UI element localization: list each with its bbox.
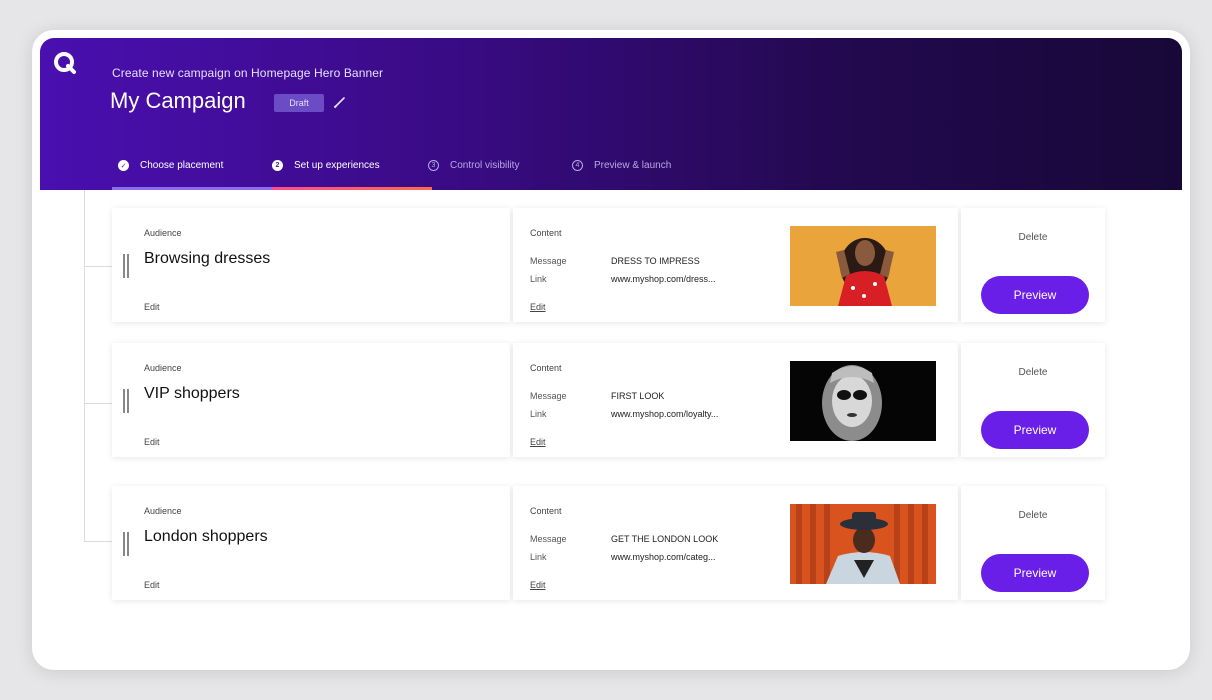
audience-label: Audience	[144, 363, 182, 373]
check-icon: ✓	[118, 160, 129, 171]
audience-panel: Audience Browsing dresses Edit	[112, 208, 510, 322]
message-label: Message	[530, 534, 567, 544]
campaign-header: Create new campaign on Homepage Hero Ban…	[40, 38, 1182, 190]
edit-content-link[interactable]: Edit	[530, 437, 546, 447]
step-number: 3	[428, 160, 439, 171]
preview-button[interactable]: Preview	[981, 554, 1089, 592]
step-label: Preview & launch	[594, 160, 672, 171]
step-preview-launch[interactable]: 4 Preview & launch	[572, 160, 671, 171]
link-label: Link	[530, 409, 547, 419]
content-thumbnail	[790, 361, 936, 441]
tree-connector	[84, 403, 112, 404]
step-number: 4	[572, 160, 583, 171]
link-value: www.myshop.com/categ...	[611, 552, 716, 562]
preview-button[interactable]: Preview	[981, 411, 1089, 449]
content-panel: Content Message DRESS TO IMPRESS Link ww…	[513, 208, 958, 322]
message-label: Message	[530, 256, 567, 266]
message-value: GET THE LONDON LOOK	[611, 534, 719, 544]
edit-audience-link[interactable]: Edit	[144, 437, 160, 447]
app-window: Create new campaign on Homepage Hero Ban…	[32, 30, 1190, 670]
drag-handle-icon[interactable]	[123, 532, 129, 556]
page-title: My Campaign	[110, 88, 246, 113]
delete-button[interactable]: Delete	[961, 367, 1105, 378]
content-panel: Content Message GET THE LONDON LOOK Link…	[513, 486, 958, 600]
edit-audience-link[interactable]: Edit	[144, 302, 160, 312]
actions-panel: Delete Preview	[961, 486, 1105, 600]
preview-button[interactable]: Preview	[981, 276, 1089, 314]
campaign-subtitle: Create new campaign on Homepage Hero Ban…	[112, 66, 384, 80]
content-thumbnail	[790, 504, 936, 584]
step-set-up-experiences[interactable]: 2 Set up experiences	[272, 160, 380, 171]
message-value: FIRST LOOK	[611, 391, 665, 401]
message-value: DRESS TO IMPRESS	[611, 256, 700, 266]
link-label: Link	[530, 274, 547, 284]
link-label: Link	[530, 552, 547, 562]
step-label: Choose placement	[140, 160, 224, 171]
audience-name: London shoppers	[144, 528, 268, 545]
link-value: www.myshop.com/dress...	[611, 274, 716, 284]
link-value: www.myshop.com/loyalty...	[611, 409, 719, 419]
audience-label: Audience	[144, 506, 182, 516]
audience-panel: Audience London shoppers Edit	[112, 486, 510, 600]
step-control-visibility[interactable]: 3 Control visibility	[428, 160, 519, 171]
app-logo-icon[interactable]	[52, 50, 80, 78]
delete-button[interactable]: Delete	[961, 232, 1105, 243]
delete-button[interactable]: Delete	[961, 510, 1105, 521]
audience-name: VIP shoppers	[144, 385, 240, 402]
step-progress-complete	[112, 187, 272, 190]
message-label: Message	[530, 391, 567, 401]
step-label: Set up experiences	[294, 160, 380, 171]
drag-handle-icon[interactable]	[123, 254, 129, 278]
edit-content-link[interactable]: Edit	[530, 580, 546, 590]
step-choose-placement[interactable]: ✓ Choose placement	[118, 160, 223, 171]
audience-name: Browsing dresses	[144, 250, 271, 267]
content-label: Content	[530, 506, 562, 516]
stepper: ✓ Choose placement 2 Set up experiences …	[118, 160, 818, 190]
audience-label: Audience	[144, 228, 182, 238]
tree-connector	[84, 190, 85, 542]
actions-panel: Delete Preview	[961, 343, 1105, 457]
pencil-icon[interactable]	[332, 94, 348, 110]
drag-handle-icon[interactable]	[123, 389, 129, 413]
tree-connector	[84, 541, 112, 542]
step-number: 2	[272, 160, 283, 171]
audience-panel: Audience VIP shoppers Edit	[112, 343, 510, 457]
content-thumbnail	[790, 226, 936, 306]
edit-audience-link[interactable]: Edit	[144, 580, 160, 590]
step-label: Control visibility	[450, 160, 520, 171]
content-label: Content	[530, 363, 562, 373]
content-label: Content	[530, 228, 562, 238]
actions-panel: Delete Preview	[961, 208, 1105, 322]
status-badge: Draft	[274, 94, 324, 112]
tree-connector	[84, 266, 112, 267]
content-panel: Content Message FIRST LOOK Link www.mysh…	[513, 343, 958, 457]
step-progress-current	[272, 187, 432, 190]
edit-content-link[interactable]: Edit	[530, 302, 546, 312]
